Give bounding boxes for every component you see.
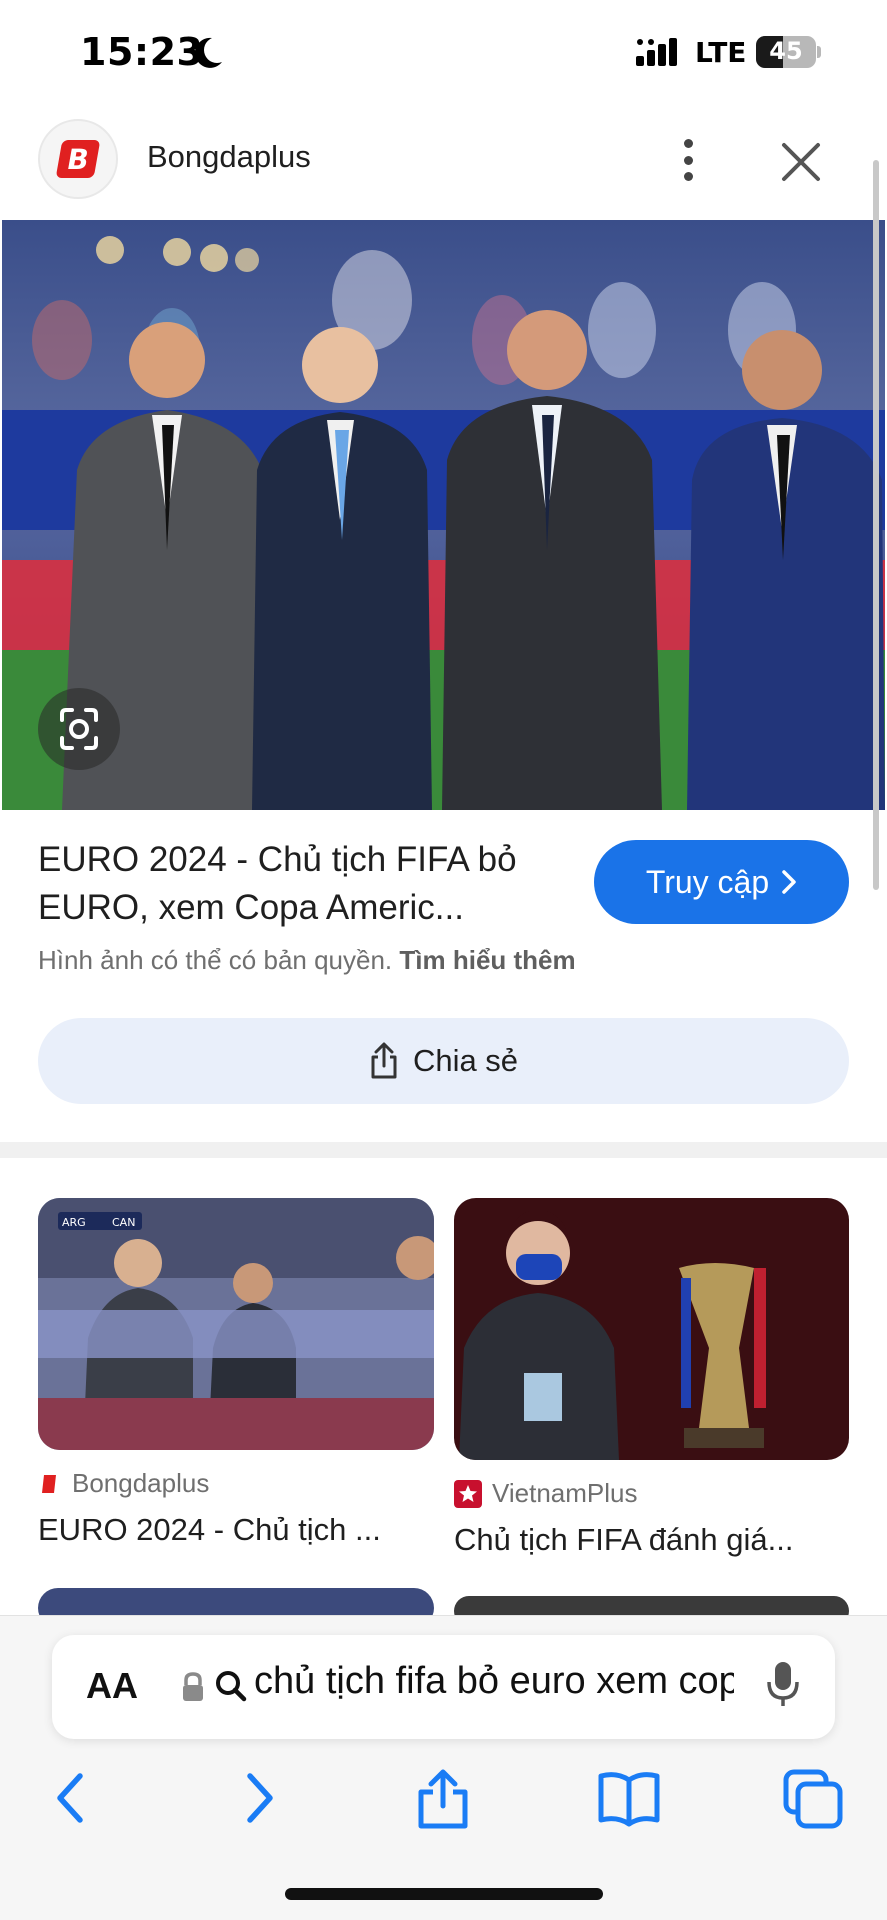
- share-icon: [371, 1042, 397, 1079]
- battery-icon: 45: [756, 36, 816, 68]
- related-thumbnail[interactable]: ARG CAN: [38, 1198, 434, 1450]
- visit-label: Truy cập: [645, 863, 770, 900]
- home-indicator: [285, 1888, 603, 1900]
- scrollbar[interactable]: [873, 160, 879, 890]
- close-icon[interactable]: [780, 141, 822, 183]
- reader-settings-button[interactable]: AA: [86, 1665, 138, 1707]
- lens-button[interactable]: [38, 688, 120, 770]
- copyright-notice: Hình ảnh có thể có bản quyền. Tìm hiểu t…: [38, 945, 576, 976]
- bookmarks-icon[interactable]: [597, 1768, 661, 1828]
- related-photo: ARG CAN: [38, 1198, 434, 1450]
- back-icon[interactable]: [50, 1768, 90, 1828]
- share-label: Chia sẻ: [412, 1043, 519, 1078]
- signal-icon: [636, 38, 677, 66]
- hero-image[interactable]: [2, 220, 885, 810]
- address-text[interactable]: chủ tịch fifa bỏ euro xem copa america: [254, 1660, 734, 1703]
- share-button[interactable]: Chia sẻ: [38, 1018, 849, 1104]
- bongdaplus-logo-icon: B: [55, 140, 101, 178]
- copyright-text: Hình ảnh có thể có bản quyền.: [38, 945, 393, 975]
- section-divider: [0, 1142, 887, 1158]
- lock-icon: [183, 1672, 203, 1701]
- chevron-right-icon: [782, 870, 796, 894]
- score-away: CAN: [112, 1216, 135, 1229]
- forward-icon[interactable]: [240, 1768, 280, 1828]
- learn-more-link[interactable]: Tìm hiểu thêm: [399, 945, 575, 975]
- related-source-name: Bongdaplus: [72, 1468, 210, 1498]
- viewer-header: B Bongdaplus: [0, 105, 887, 220]
- site-logo[interactable]: B: [38, 119, 118, 199]
- tabs-icon[interactable]: [782, 1768, 844, 1830]
- visit-button[interactable]: Truy cập: [594, 840, 849, 924]
- status-time: 15:23: [80, 30, 204, 74]
- image-title[interactable]: EURO 2024 - Chủ tịch FIFA bỏ EURO, xem C…: [38, 836, 578, 932]
- lens-icon: [60, 708, 98, 750]
- network-type: LTE: [695, 36, 747, 69]
- status-bar: 15:23 LTE 45: [0, 0, 887, 105]
- bongdaplus-favicon-icon: [42, 1474, 56, 1493]
- related-title[interactable]: EURO 2024 - Chủ tịch ...: [38, 1512, 434, 1548]
- mic-icon[interactable]: [765, 1660, 801, 1710]
- battery-level: 45: [769, 37, 803, 65]
- score-home: ARG: [62, 1216, 86, 1229]
- battery-tip: [817, 46, 821, 58]
- vietnamplus-favicon-icon: [454, 1479, 482, 1508]
- hero-photo: [2, 220, 885, 810]
- more-vert-icon[interactable]: [668, 135, 708, 185]
- related-source-name: VietnamPlus: [492, 1478, 638, 1508]
- moon-icon: [195, 37, 222, 68]
- search-icon: [216, 1671, 247, 1702]
- related-title[interactable]: Chủ tịch FIFA đánh giá...: [454, 1522, 849, 1558]
- related-source[interactable]: VietnamPlus: [454, 1478, 638, 1509]
- related-source[interactable]: Bongdaplus: [38, 1468, 209, 1499]
- safari-share-icon[interactable]: [415, 1768, 471, 1830]
- related-thumbnail[interactable]: [454, 1198, 849, 1460]
- related-photo: [454, 1198, 849, 1460]
- site-name[interactable]: Bongdaplus: [147, 139, 311, 175]
